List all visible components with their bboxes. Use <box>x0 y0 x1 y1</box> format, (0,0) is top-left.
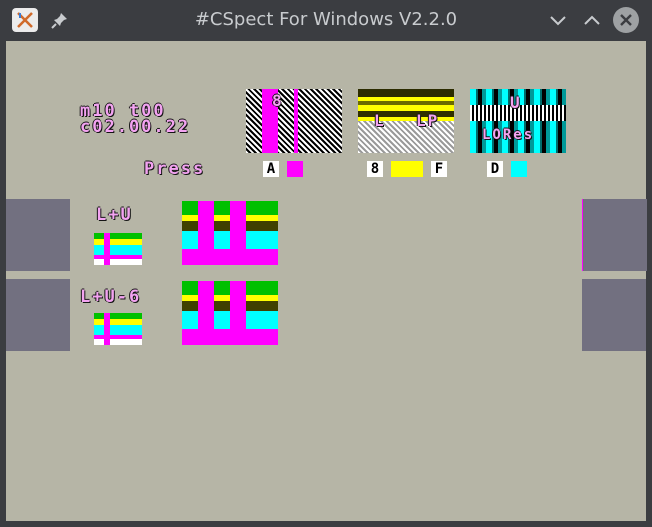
layer2-lp-tile: L LP <box>358 89 454 153</box>
version-line: c02.00.22 <box>80 117 191 137</box>
right-border-block-top <box>582 199 647 271</box>
key-8: 8 <box>367 161 383 177</box>
layer2-tile: 8 <box>246 89 342 153</box>
row1-label: L+U <box>96 205 133 225</box>
tile3-label-lores: LORes <box>482 127 535 143</box>
row2-composite-tile <box>182 281 278 345</box>
swatch-yellow <box>391 161 423 177</box>
close-icon[interactable] <box>613 7 639 33</box>
swatch-magenta <box>287 161 303 177</box>
emulator-screen[interactable]: m10 t00 c02.00.22 Press 8 L LP U LORes A… <box>6 41 647 521</box>
tile2-label-l: L <box>374 111 386 130</box>
tile2-label-lp: LP <box>416 111 440 130</box>
title-bar[interactable]: #CSpect For Windows V2.2.0 <box>0 0 652 41</box>
cspect-window: #CSpect For Windows V2.2.0 m10 t00 c02.0… <box>0 0 652 527</box>
left-border-block-bottom <box>6 279 70 351</box>
tile1-label: 8 <box>272 91 284 110</box>
key-f: F <box>431 161 447 177</box>
right-border-block-bottom <box>582 279 646 351</box>
left-border-block-top <box>6 199 70 271</box>
row2-label: L+U-6 <box>80 287 142 307</box>
chevron-up-icon[interactable] <box>580 9 604 33</box>
row1-composite-tile <box>182 201 278 265</box>
ula-lores-tile: U LORes <box>470 89 566 153</box>
row2-mini-tile <box>94 313 142 345</box>
press-label: Press <box>144 159 206 179</box>
chevron-down-icon[interactable] <box>546 9 570 33</box>
key-d: D <box>487 161 503 177</box>
swatch-cyan <box>511 161 527 177</box>
tile3-label-u: U <box>510 93 522 112</box>
row1-mini-tile <box>94 233 142 265</box>
key-a: A <box>263 161 279 177</box>
